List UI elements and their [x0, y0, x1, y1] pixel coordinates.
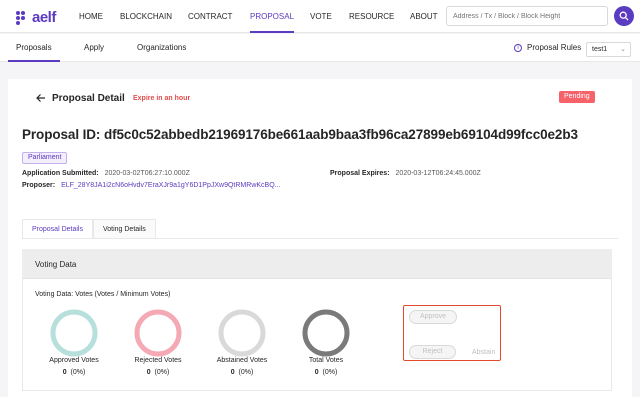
top-navbar: aelf HOME BLOCKCHAIN CONTRACT PROPOSAL V… [0, 0, 640, 33]
logo-text: aelf [32, 9, 56, 26]
rejected-count: 0 [146, 369, 151, 376]
approve-button[interactable]: Approve [409, 310, 457, 324]
submitted-value: 2020-03-02T06:27:10.000Z [104, 170, 190, 177]
search-button[interactable] [614, 6, 634, 26]
tab-voting-details[interactable]: Voting Details [92, 219, 156, 239]
tab-apply[interactable]: Apply [84, 34, 104, 62]
info-icon: i [514, 43, 522, 52]
tab-proposal-details[interactable]: Proposal Details [22, 219, 93, 239]
rejected-ring-track [134, 309, 182, 357]
nav-blockchain[interactable]: BLOCKCHAIN [120, 0, 172, 33]
nav-about[interactable]: ABOUT [410, 0, 438, 33]
tab-proposals[interactable]: Proposals [8, 34, 60, 62]
voting-data-subtitle: Voting Data: Votes (Votes / Minimum Vote… [35, 291, 171, 298]
nav-vote[interactable]: VOTE [310, 0, 332, 33]
voting-data-title: Voting Data [35, 260, 77, 269]
approved-votes-value: 0 (0%) [34, 369, 114, 376]
chain-select-value: test1 [592, 46, 608, 53]
total-ring-track [302, 309, 350, 357]
total-count: 0 [314, 369, 319, 376]
total-votes-label: Total Votes [308, 357, 344, 364]
nav-contract[interactable]: CONTRACT [188, 0, 232, 33]
proposal-subnav: Proposals Apply Organizations i Proposal… [0, 34, 640, 62]
status-badge: Pending [559, 91, 595, 103]
reject-button[interactable]: Reject [409, 345, 456, 359]
approved-count: 0 [62, 369, 67, 376]
voting-data-header [22, 249, 612, 279]
back-arrow-icon[interactable] [36, 93, 46, 106]
expires-value: 2020-03-12T06:24:45.000Z [395, 170, 481, 177]
proposer-label: Proposer: [22, 182, 56, 189]
approved-pct: (0%) [70, 369, 86, 376]
submitted-label: Application Submitted: [22, 170, 99, 177]
proposal-id: Proposal ID: df5c0c52abbedb21969176be661… [22, 127, 578, 142]
rejected-votes-ring [134, 309, 182, 357]
rejected-votes-value: 0 (0%) [118, 369, 198, 376]
search-icon [619, 11, 629, 21]
rejected-votes-label: Rejected Votes [134, 357, 182, 364]
abstained-count: 0 [230, 369, 235, 376]
logo-mark-icon [16, 10, 29, 25]
approved-votes-ring [50, 309, 98, 357]
rejected-pct: (0%) [154, 369, 170, 376]
chevron-down-icon: ⌄ [620, 46, 626, 53]
abstain-button[interactable]: Abstain [472, 349, 495, 356]
abstained-votes-ring [218, 309, 266, 357]
expires-row: Proposal Expires: 2020-03-12T06:24:45.000… [330, 170, 481, 177]
total-votes-ring [302, 309, 350, 357]
proposer-address-link[interactable]: ELF_28Y8JA1i2cN6oHvdv7EraXJr9a1gY6D1PpJX… [61, 182, 280, 189]
abstained-pct: (0%) [238, 369, 254, 376]
detail-tabs: Proposal Details Voting Details [22, 219, 156, 239]
tab-organizations[interactable]: Organizations [137, 34, 186, 62]
tab-divider [22, 238, 618, 239]
nav-proposal[interactable]: PROPOSAL [250, 0, 295, 33]
total-votes-value: 0 (0%) [286, 369, 366, 376]
expires-label: Proposal Expires: [330, 170, 390, 177]
proposal-rules-label: Proposal Rules [527, 43, 582, 52]
nav-home[interactable]: HOME [79, 0, 103, 33]
abstained-votes-value: 0 (0%) [202, 369, 282, 376]
nav-resource[interactable]: RESOURCE [349, 0, 394, 33]
organization-tag: Parliament [22, 152, 68, 164]
submitted-row: Application Submitted: 2020-03-02T06:27:1… [22, 170, 190, 177]
proposer-row: Proposer: ELF_28Y8JA1i2cN6oHvdv7EraXJr9a1… [22, 182, 281, 189]
proposal-rules-link[interactable]: i Proposal Rules [514, 43, 581, 52]
page-title: Proposal Detail [52, 93, 125, 104]
abstained-votes-label: Abstained Votes [216, 357, 268, 364]
approved-ring-track [50, 309, 98, 357]
chain-select[interactable]: test1 ⌄ [586, 42, 631, 57]
aelf-logo[interactable]: aelf [16, 9, 56, 26]
expire-note: Expire in an hour [133, 95, 191, 102]
search-input[interactable] [446, 6, 608, 26]
approved-votes-label: Approved Votes [49, 357, 99, 364]
total-pct: (0%) [322, 369, 338, 376]
abstained-ring-track [218, 309, 266, 357]
